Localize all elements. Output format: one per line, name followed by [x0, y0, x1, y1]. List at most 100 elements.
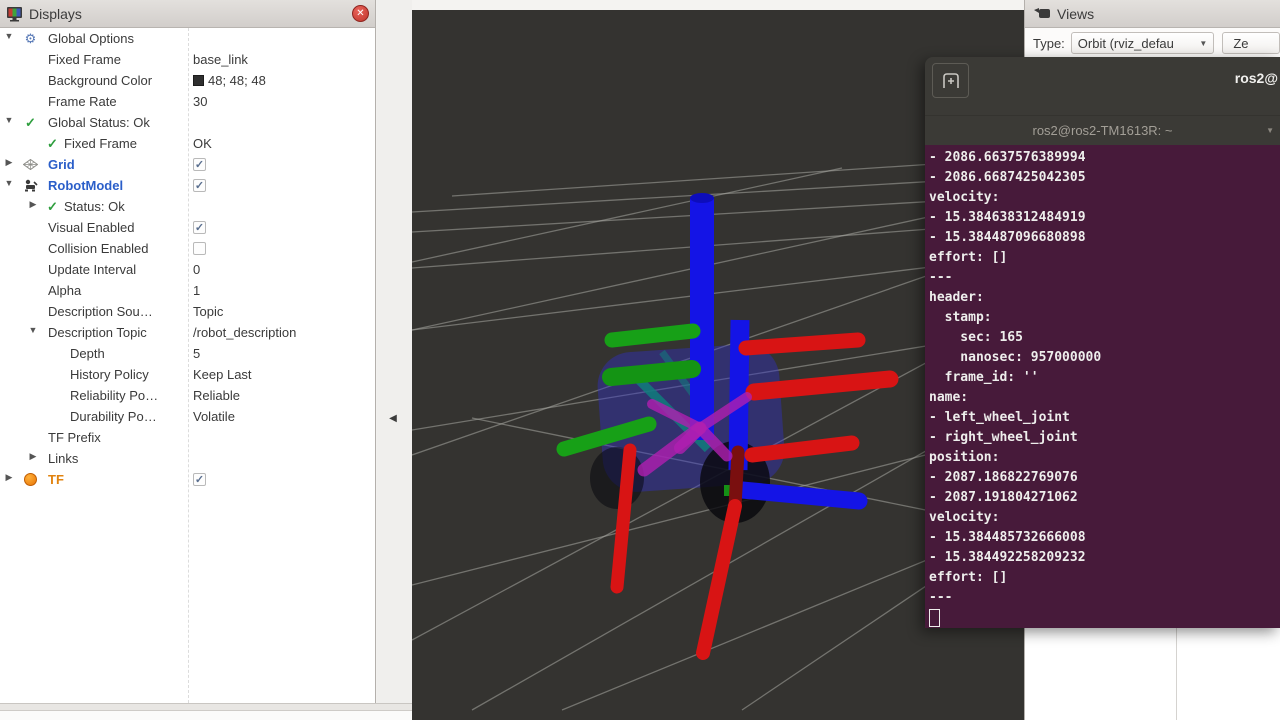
expand-arrow-down-icon[interactable]: ▼	[28, 325, 38, 335]
displays-panel-header[interactable]: Displays ✕	[0, 0, 375, 28]
views-type-value: Orbit (rviz_defau	[1078, 36, 1174, 51]
property-label: Update Interval	[48, 262, 136, 277]
views-type-dropdown[interactable]: Orbit (rviz_defau ▼	[1071, 32, 1215, 54]
terminal-tab[interactable]: ros2@ros2-TM1613R: ~	[925, 123, 1280, 138]
views-zero-button[interactable]: Ze	[1222, 32, 1280, 54]
property-label: Durability Po…	[70, 409, 157, 424]
displays-row[interactable]: ▼ Description Topic/robot_description	[0, 322, 374, 343]
terminal-window-title: ros2@	[1235, 70, 1278, 86]
terminal-line: - 2087.186822769076	[929, 468, 1280, 488]
enable-checkbox[interactable]: ✓	[193, 221, 206, 234]
property-value[interactable]: Volatile	[193, 409, 235, 424]
enable-checkbox[interactable]: ✓	[193, 473, 206, 486]
property-value-text: 1	[193, 283, 200, 298]
property-label: Fixed Frame	[64, 136, 137, 151]
property-value[interactable]: 1	[193, 283, 200, 298]
displays-row[interactable]: ▼ ✓ Global Status: Ok	[0, 112, 374, 133]
views-panel-header[interactable]: Views	[1025, 0, 1280, 28]
expand-arrow-right-icon[interactable]: ▶	[28, 451, 38, 462]
property-value[interactable]: base_link	[193, 52, 248, 67]
displays-row[interactable]: ▶TF✓	[0, 469, 374, 490]
expand-arrow-down-icon[interactable]: ▼	[4, 115, 14, 125]
check-icon: ✓	[22, 114, 39, 131]
property-value-text: 48; 48; 48	[208, 73, 266, 88]
terminal-line: - 15.384487096680898	[929, 228, 1280, 248]
displays-row[interactable]: Alpha1	[0, 280, 374, 301]
panel-gutter	[377, 0, 412, 720]
panel-collapse-handle[interactable]: ◀	[386, 411, 400, 427]
property-label: Description Sou…	[48, 304, 153, 319]
displays-row[interactable]: TF Prefix	[0, 427, 374, 448]
expand-arrow-down-icon[interactable]: ▼	[4, 31, 14, 41]
property-value[interactable]: 30	[193, 94, 207, 109]
enable-checkbox[interactable]: ✓	[193, 179, 206, 192]
property-value[interactable]: Reliable	[193, 388, 240, 403]
property-label: Fixed Frame	[48, 52, 121, 67]
property-label: Links	[48, 451, 78, 466]
property-label: Reliability Po…	[70, 388, 158, 403]
expand-arrow-right-icon[interactable]: ▶	[4, 157, 14, 168]
displays-row[interactable]: ▶✓Status: Ok	[0, 196, 374, 217]
expand-arrow-right-icon[interactable]: ▶	[28, 199, 38, 210]
property-value[interactable]: 48; 48; 48	[193, 73, 266, 88]
property-value-text: /robot_description	[193, 325, 296, 340]
terminal-line: position:	[929, 448, 1280, 468]
property-value-text: Volatile	[193, 409, 235, 424]
terminal-line: sec: 165	[929, 328, 1280, 348]
terminal-titlebar[interactable]: ros2@	[925, 57, 1280, 115]
chevron-down-icon[interactable]: ▼	[1266, 126, 1274, 135]
displays-panel-title: Displays	[29, 6, 82, 22]
terminal-line: - 2086.6687425042305	[929, 168, 1280, 188]
terminal-line: frame_id: ''	[929, 368, 1280, 388]
property-value-text: Reliable	[193, 388, 240, 403]
property-value-text: 5	[193, 346, 200, 361]
displays-row[interactable]: ▼RobotModel✓	[0, 175, 374, 196]
property-label: Visual Enabled	[48, 220, 135, 235]
toolbar-sliver	[412, 0, 1024, 10]
displays-row[interactable]: Durability Po… Volatile	[0, 406, 374, 427]
displays-row[interactable]: History PolicyKeep Last	[0, 364, 374, 385]
property-value[interactable]: Keep Last	[193, 367, 252, 382]
property-value[interactable]: 0	[193, 262, 200, 277]
expand-arrow-down-icon[interactable]: ▼	[4, 178, 14, 188]
terminal-line: name:	[929, 388, 1280, 408]
displays-row[interactable]: Description Sou… Topic	[0, 301, 374, 322]
terminal-output[interactable]: - 2086.6637576389994- 2086.6687425042305…	[925, 145, 1280, 628]
horizontal-splitter[interactable]	[0, 703, 412, 711]
displays-row[interactable]: Reliability Po… Reliable	[0, 385, 374, 406]
property-value[interactable]: /robot_description	[193, 325, 296, 340]
terminal-window[interactable]: ros2@ ros2@ros2-TM1613R: ~ ▼ - 2086.6637…	[925, 57, 1280, 628]
enable-checkbox[interactable]: ✓	[193, 158, 206, 171]
displays-row[interactable]: ▶ Links	[0, 448, 374, 469]
property-value[interactable]: 5	[193, 346, 200, 361]
terminal-tabbar[interactable]: ros2@ros2-TM1613R: ~ ▼	[925, 115, 1280, 145]
displays-row[interactable]: ✓Fixed FrameOK	[0, 133, 374, 154]
displays-row[interactable]: Frame Rate30	[0, 91, 374, 112]
views-zero-label: Ze	[1233, 36, 1248, 51]
property-label: Description Topic	[48, 325, 147, 340]
property-label: Depth	[70, 346, 105, 361]
displays-row[interactable]: Visual Enabled ✓	[0, 217, 374, 238]
enable-checkbox[interactable]	[193, 242, 206, 255]
rviz-window: ◀ Displays ✕ ▼⚙Global OptionsFixed Frame…	[0, 0, 1280, 720]
displays-row[interactable]: Update Interval 0	[0, 259, 374, 280]
property-value[interactable]: OK	[193, 136, 212, 151]
property-value[interactable]: Topic	[193, 304, 223, 319]
new-tab-button[interactable]	[932, 63, 969, 98]
terminal-line: - left_wheel_joint	[929, 408, 1280, 428]
robot-icon	[22, 177, 39, 194]
displays-row[interactable]: Collision Enabled	[0, 238, 374, 259]
terminal-line: - 15.384492258209232	[929, 548, 1280, 568]
displays-row[interactable]: Background Color48; 48; 48	[0, 70, 374, 91]
property-label: Global Status: Ok	[48, 115, 150, 130]
displays-row[interactable]: Fixed Frame base_link	[0, 49, 374, 70]
views-type-label: Type:	[1033, 36, 1065, 51]
expand-arrow-right-icon[interactable]: ▶	[4, 472, 14, 483]
displays-row[interactable]: ▶Grid✓	[0, 154, 374, 175]
close-icon[interactable]: ✕	[352, 5, 369, 22]
terminal-cursor	[929, 609, 940, 627]
terminal-line: - 15.384485732666008	[929, 528, 1280, 548]
property-value-text: Keep Last	[193, 367, 252, 382]
displays-row[interactable]: Depth 5	[0, 343, 374, 364]
displays-row[interactable]: ▼⚙Global Options	[0, 28, 374, 49]
